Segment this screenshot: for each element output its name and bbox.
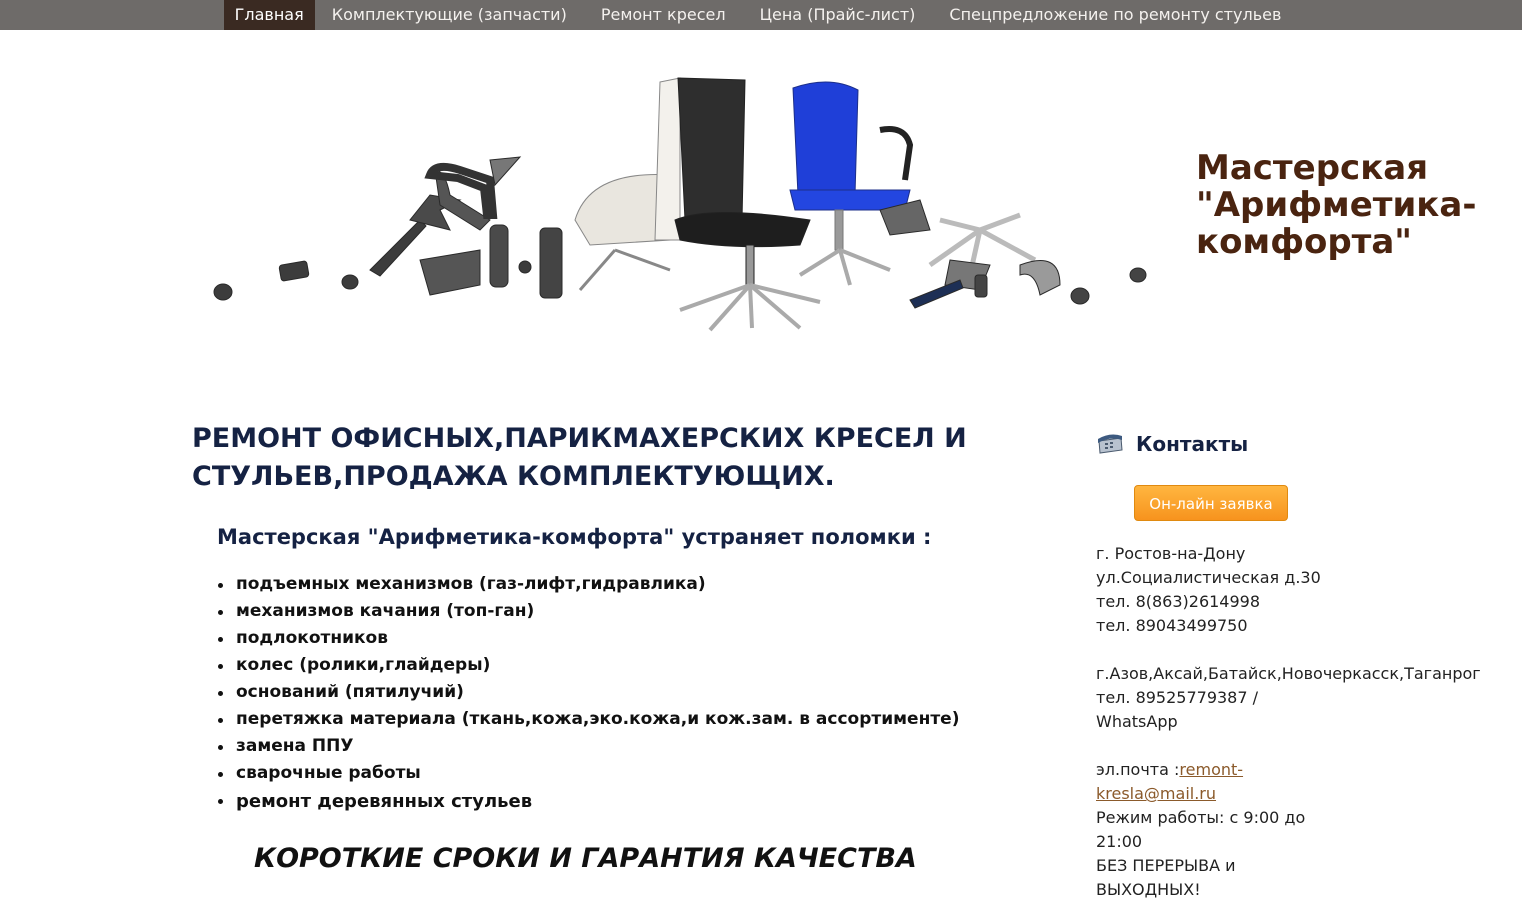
- contacts-header: Контакты: [1096, 432, 1248, 456]
- service-item: оснований (пятилучий): [217, 679, 1037, 706]
- email-link[interactable]: kresla@mail.ru: [1096, 784, 1216, 803]
- nav-item-price-list[interactable]: Цена (Прайс-лист): [743, 0, 933, 30]
- main-heading-line: РЕМОНТ ОФИСНЫХ,ПАРИКМАХЕРСКИХ КРЕСЕЛ И: [192, 423, 967, 454]
- contact-info: г. Ростов-на-Дону ул.Социалистическая д.…: [1096, 542, 1496, 902]
- top-navigation: Главная Комплектующие (запчасти) Ремонт …: [0, 0, 1522, 30]
- phone-line: тел. 89043499750: [1096, 616, 1248, 635]
- service-item: замена ППУ: [217, 733, 1037, 760]
- chair-white: [574, 77, 681, 291]
- messenger-label: WhatsApp: [1096, 712, 1178, 731]
- service-item: сварочные работы: [217, 760, 1037, 787]
- nav-item-special-offer[interactable]: Спецпредложение по ремонту стульев: [932, 0, 1298, 30]
- service-item: перетяжка материала (ткань,кожа,эко.кожа…: [217, 706, 1037, 733]
- service-item: механизмов качания (топ-ган): [217, 598, 1037, 625]
- services-list: подъемных механизмов (газ-лифт,гидравлик…: [217, 571, 1037, 816]
- chair-blue: [789, 81, 914, 286]
- services-intro: Мастерская "Арифметика-комфорта" устраня…: [217, 525, 932, 549]
- email-row: kresla@mail.ru: [1096, 782, 1496, 806]
- working-hours: 21:00: [1096, 832, 1143, 851]
- service-item: колес (ролики,глайдеры): [217, 652, 1037, 679]
- no-breaks-note: ВЫХОДНЫХ!: [1096, 880, 1201, 899]
- telephone-icon: [1098, 434, 1123, 454]
- online-request-button[interactable]: Он-лайн заявка: [1134, 485, 1288, 521]
- chair-parts-right: [879, 199, 1147, 309]
- nav-item-parts[interactable]: Комплектующие (запчасти): [315, 0, 584, 30]
- no-breaks-note: БЕЗ ПЕРЕРЫВА и: [1096, 856, 1236, 875]
- nav-item-chair-repair[interactable]: Ремонт кресел: [584, 0, 743, 30]
- service-item: подлокотников: [217, 625, 1037, 652]
- service-item: подъемных механизмов (газ-лифт,гидравлик…: [217, 571, 1037, 598]
- hero-chairs-image: [213, 77, 1147, 332]
- phone-line: тел. 8(863)2614998: [1096, 592, 1261, 611]
- main-heading: РЕМОНТ ОФИСНЫХ,ПАРИКМАХЕРСКИХ КРЕСЕЛ И С…: [192, 420, 1052, 496]
- main-heading-line: СТУЛЬЕВ,ПРОДАЖА КОМПЛЕКТУЮЩИХ.: [192, 461, 835, 492]
- service-item: ремонт деревянных стульев: [217, 787, 1037, 816]
- email-link[interactable]: remont-: [1179, 760, 1243, 779]
- phone-line: тел. 89525779387 /: [1096, 688, 1259, 707]
- contacts-title: Контакты: [1136, 432, 1249, 456]
- site-title: Мастерская "Арифметика- комфорта": [1196, 150, 1516, 261]
- site-title-line: комфорта": [1196, 222, 1413, 262]
- site-title-line: "Арифметика-: [1196, 185, 1477, 225]
- email-row: эл.почта :remont-: [1096, 758, 1496, 782]
- slogan: КОРОТКИЕ СРОКИ И ГАРАНТИЯ КАЧЕСТВА: [254, 843, 917, 874]
- nav-item-home[interactable]: Главная: [223, 0, 315, 30]
- service-cities: г.Азов,Аксай,Батайск,Новочеркасск,Таганр…: [1096, 664, 1481, 683]
- email-label: эл.почта :: [1096, 760, 1180, 779]
- site-title-line: Мастерская: [1196, 148, 1429, 188]
- address-street: ул.Социалистическая д.30: [1096, 568, 1321, 587]
- address-city: г. Ростов-на-Дону: [1096, 544, 1246, 563]
- working-hours: Режим работы: с 9:00 до: [1096, 808, 1306, 827]
- chair-parts-left: [213, 156, 563, 301]
